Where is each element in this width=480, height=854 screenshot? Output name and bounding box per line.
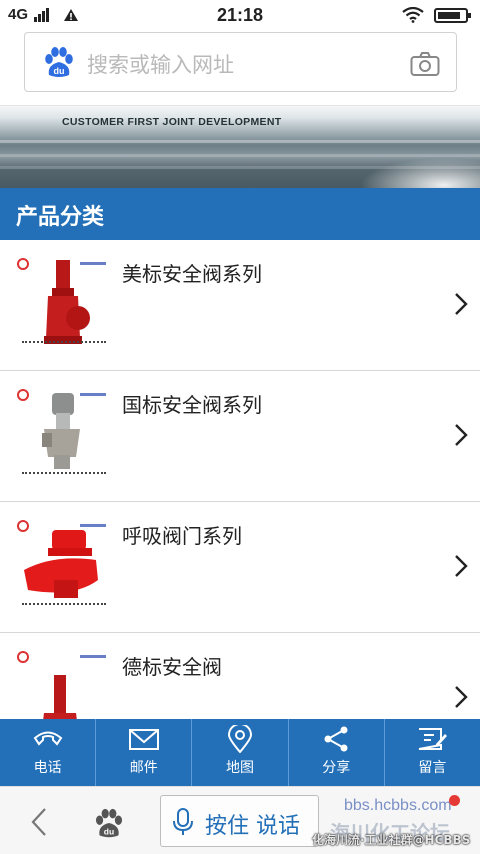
tab-message[interactable]: 留言 [385,719,480,786]
chevron-right-icon [455,293,468,315]
contact-tab-bar: 电话 邮件 地图 分享 留言 [0,719,480,786]
voice-input-label: 按住 说话 [205,814,300,839]
share-icon [324,726,348,752]
product-thumbnail [14,514,114,618]
list-item[interactable]: 国标安全阀系列 [0,371,480,502]
search-placeholder: 搜索或输入网址 [87,53,234,77]
browser-toolbar: du 按住 说话 bbs.hcbbs.com 海川化工论坛 化海川流·工业社群@… [0,786,480,854]
battery-icon [434,7,471,23]
browser-url-area: du 搜索或输入网址 [0,30,480,106]
message-icon [419,728,448,750]
tab-label: 留言 [418,760,447,776]
list-item[interactable]: 美标安全阀系列 [0,240,480,371]
map-pin-icon [227,725,253,753]
baidu-paw-icon: du [45,47,73,77]
product-name: 美标安全阀系列 [122,262,262,286]
hero-banner: CUSTOMER FIRST JOINT DEVELOPMENT [0,106,480,188]
baidu-paw-icon[interactable]: du [92,807,126,841]
phone-icon [33,731,62,746]
product-name: 国标安全阀系列 [122,393,262,417]
section-header: 产品分类 [0,188,480,240]
watermark-url: bbs.hcbbs.com [344,797,452,814]
status-bar: 4G 21:18 [0,0,480,30]
notification-dot [449,795,460,806]
mail-icon [128,729,159,750]
chevron-right-icon [455,424,468,446]
banner-tagline: CUSTOMER FIRST JOINT DEVELOPMENT [62,116,282,128]
product-name: 呼吸阀门系列 [122,524,242,548]
tab-map[interactable]: 地图 [192,719,289,786]
chevron-right-icon [455,555,468,577]
tab-label: 分享 [322,760,351,776]
tab-label: 电话 [33,760,62,776]
product-thumbnail [14,645,114,719]
tab-label: 地图 [226,760,254,776]
tab-mail[interactable]: 邮件 [96,719,193,786]
tab-share[interactable]: 分享 [289,719,385,786]
product-name: 德标安全阀 [122,655,222,679]
list-item[interactable]: 呼吸阀门系列 [0,502,480,633]
tab-phone[interactable]: 电话 [0,719,97,786]
product-category-list: 美标安全阀系列 国标安全阀系列 呼吸阀门系列 德标安全阀 [0,240,480,719]
svg-text:du: du [104,826,114,836]
voice-input-button[interactable]: 按住 说话 [160,795,319,847]
product-thumbnail [14,383,114,487]
camera-icon[interactable] [410,51,440,77]
list-item[interactable]: 德标安全阀 [0,633,480,719]
product-thumbnail [14,252,114,356]
search-input[interactable]: du 搜索或输入网址 [24,32,457,92]
chevron-right-icon [455,686,468,708]
tab-label: 邮件 [129,760,158,776]
wifi-icon [402,7,424,23]
back-icon[interactable] [30,807,48,837]
watermark-caption: 化海川流·工业社群@HCBBS [312,833,471,847]
svg-text:du: du [54,66,65,76]
microphone-icon [173,808,193,835]
section-title: 产品分类 [16,205,105,230]
